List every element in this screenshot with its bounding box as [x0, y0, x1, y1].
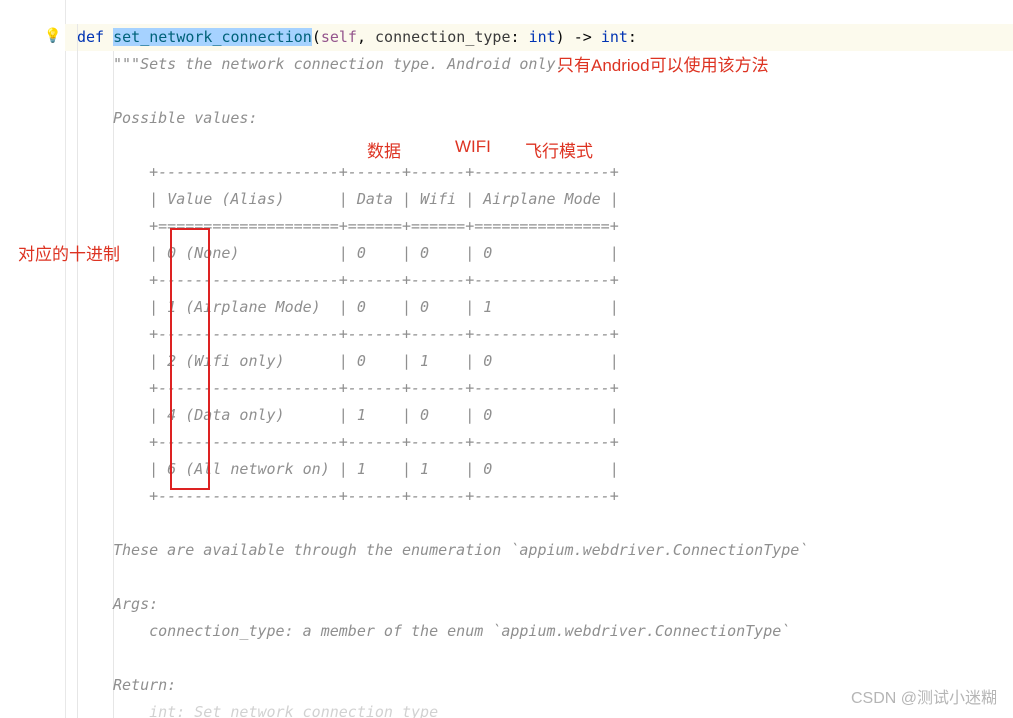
docstring-open: """Sets the network connection type. And…	[113, 51, 565, 78]
docstring-return-label: Return:	[113, 672, 176, 699]
indent-guide	[77, 24, 78, 718]
colon-end: :	[628, 28, 637, 46]
annotation-value-box	[170, 228, 210, 490]
annotation-android-only: 只有Andriod可以使用该方法	[557, 51, 769, 76]
table-border-top: +--------------------+------+------+----…	[113, 159, 619, 186]
annotation-decimal: 对应的十进制	[18, 240, 120, 265]
docstring-args-desc: connection_type: a member of the enum `a…	[113, 618, 790, 645]
editor-gutter: 💡	[0, 0, 65, 718]
function-signature[interactable]: def set_network_connection(self, connect…	[77, 24, 637, 51]
gutter-border	[65, 0, 66, 718]
keyword-def: def	[77, 28, 113, 46]
function-name: set_network_connection	[113, 28, 312, 46]
annotation-data-column: 数据	[367, 137, 401, 162]
watermark: CSDN @测试小迷糊	[851, 684, 997, 708]
lightbulb-icon[interactable]: 💡	[44, 28, 60, 44]
docstring-return-desc: int: Set network connection type	[113, 699, 438, 718]
param-type: int	[529, 28, 556, 46]
close-paren: )	[556, 28, 565, 46]
return-type: int	[601, 28, 628, 46]
comma: ,	[357, 28, 375, 46]
docstring-possible-values: Possible values:	[113, 105, 258, 132]
open-paren: (	[312, 28, 321, 46]
docstring-args-label: Args:	[113, 591, 158, 618]
annotation-wifi-column: WIFI	[455, 137, 491, 157]
arrow: ->	[565, 28, 601, 46]
param-name: connection_type	[375, 28, 510, 46]
annotation-airplane-column: 飞行模式	[525, 137, 593, 162]
colon: :	[511, 28, 529, 46]
param-self: self	[321, 28, 357, 46]
docstring-enum-note: These are available through the enumerat…	[113, 537, 808, 564]
table-header: | Value (Alias) | Data | Wifi | Airplane…	[113, 186, 619, 213]
